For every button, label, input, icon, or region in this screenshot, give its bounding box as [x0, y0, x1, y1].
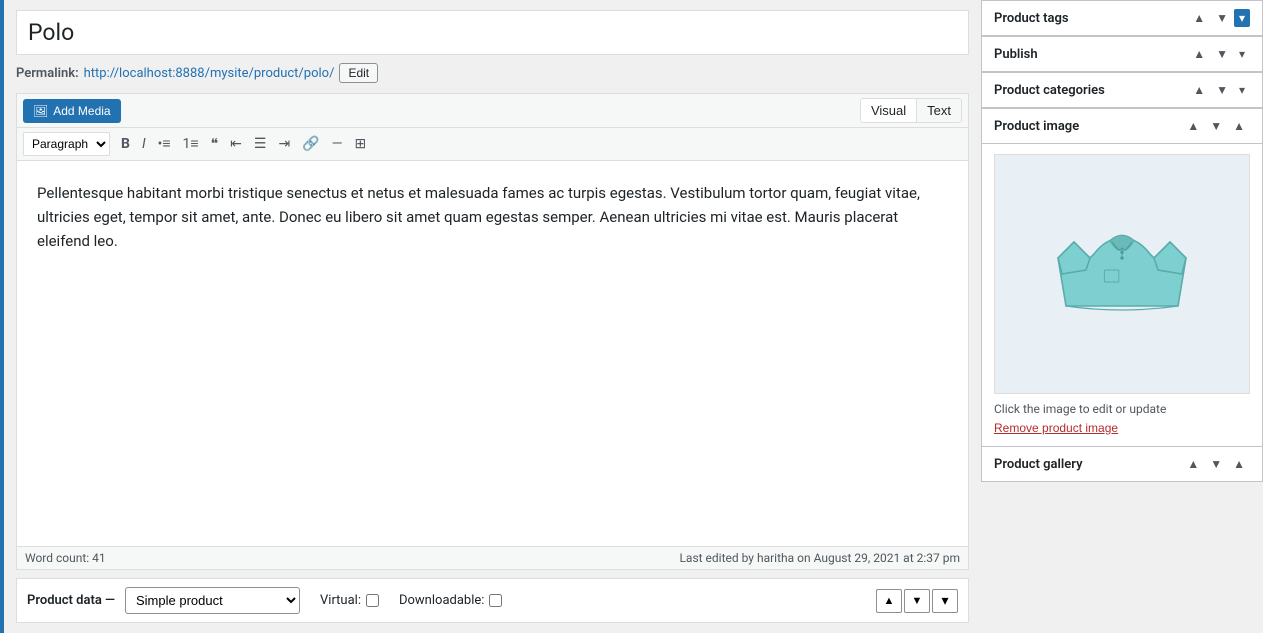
permalink-label: Permalink:: [16, 66, 79, 81]
product-type-select[interactable]: Simple product Grouped product External/…: [125, 587, 300, 614]
align-center-button[interactable]: ☰: [249, 134, 272, 154]
align-left-button[interactable]: ⇤: [225, 134, 247, 154]
remove-product-image-button[interactable]: Remove product image: [994, 421, 1118, 435]
product-gallery-header[interactable]: Product gallery ▲ ▼ ▲: [982, 447, 1262, 481]
publish-up[interactable]: ▲: [1188, 45, 1210, 63]
paragraph-select[interactable]: Paragraph: [23, 132, 110, 156]
product-data-expand[interactable]: ▾: [932, 589, 958, 613]
format-toolbar: Paragraph B I •≡ 1≡ ❝ ⇤ ☰ ⇥ 🔗 ― ⊞: [17, 128, 968, 161]
product-data-collapse-down[interactable]: ▼: [904, 589, 930, 613]
downloadable-label: Downloadable:: [399, 593, 484, 608]
editor-content: Pellentesque habitant morbi tristique se…: [37, 181, 948, 253]
sidebar: Product tags ▲ ▼ ▾ Publish ▲ ▼ ▾: [981, 0, 1263, 633]
product-gallery-controls: ▲ ▼ ▲: [1182, 455, 1250, 473]
align-right-button[interactable]: ⇥: [273, 134, 295, 154]
tab-text[interactable]: Text: [917, 99, 961, 122]
product-image-down[interactable]: ▼: [1205, 117, 1227, 135]
publish-toggle[interactable]: ▾: [1234, 45, 1250, 63]
product-tags-down[interactable]: ▼: [1211, 9, 1233, 27]
numbered-list-button[interactable]: 1≡: [178, 134, 204, 154]
publish-controls: ▲ ▼ ▾: [1188, 45, 1250, 63]
product-tags-header[interactable]: Product tags ▲ ▼ ▾: [982, 1, 1262, 36]
product-image-up[interactable]: ▲: [1182, 117, 1204, 135]
downloadable-checkbox-group: Downloadable:: [399, 593, 502, 608]
editor-top-toolbar: 🖼 Add Media Visual Text: [17, 94, 968, 128]
post-title-input[interactable]: Polo: [16, 10, 969, 55]
permalink-edit-button[interactable]: Edit: [339, 63, 378, 83]
editor-area[interactable]: Pellentesque habitant morbi tristique se…: [17, 161, 968, 546]
categories-up[interactable]: ▲: [1188, 81, 1210, 99]
add-media-label: Add Media: [53, 104, 110, 118]
bullet-list-button[interactable]: •≡: [153, 134, 176, 154]
publish-down[interactable]: ▼: [1211, 45, 1233, 63]
permalink-link[interactable]: http://localhost:8888/mysite/product/pol…: [84, 66, 335, 81]
product-gallery-toggle[interactable]: ▲: [1228, 455, 1250, 473]
product-tags-title: Product tags: [994, 11, 1069, 26]
add-media-icon: 🖼: [33, 104, 48, 118]
last-edited: Last edited by haritha on August 29, 202…: [679, 551, 960, 565]
product-data-arrows: ▲ ▼ ▾: [876, 589, 958, 613]
product-gallery-title: Product gallery: [994, 457, 1083, 472]
virtual-checkbox[interactable]: [366, 594, 379, 607]
product-image-title: Product image: [994, 119, 1079, 134]
product-gallery-panel: Product gallery ▲ ▼ ▲: [981, 446, 1263, 482]
permalink-bar: Permalink: http://localhost:8888/mysite/…: [16, 63, 969, 83]
polo-shirt-image: [1042, 194, 1202, 354]
blockquote-button[interactable]: ❝: [206, 134, 224, 154]
product-tags-controls: ▲ ▼ ▾: [1188, 9, 1250, 27]
product-tags-up[interactable]: ▲: [1188, 9, 1210, 27]
downloadable-checkbox[interactable]: [489, 594, 502, 607]
product-categories-controls: ▲ ▼ ▾: [1188, 81, 1250, 99]
product-image-header[interactable]: Product image ▲ ▼ ▲: [982, 109, 1262, 144]
product-categories-header[interactable]: Product categories ▲ ▼ ▾: [982, 73, 1262, 108]
bold-button[interactable]: B: [116, 134, 135, 154]
editor-container: 🖼 Add Media Visual Text Paragraph B I •≡…: [16, 93, 969, 570]
product-image-panel: Product image ▲ ▼ ▲: [981, 108, 1263, 446]
horizontal-rule-button[interactable]: ―: [327, 134, 348, 154]
product-image-controls: ▲ ▼ ▲: [1182, 117, 1250, 135]
main-content: Polo Permalink: http://localhost:8888/my…: [4, 0, 981, 633]
product-data-collapse-up[interactable]: ▲: [876, 589, 902, 613]
product-image-content: Click the image to edit or update Remove…: [982, 144, 1262, 446]
virtual-checkbox-group: Virtual:: [320, 593, 379, 608]
categories-down[interactable]: ▼: [1211, 81, 1233, 99]
view-tabs: Visual Text: [860, 98, 962, 123]
product-categories-panel: Product categories ▲ ▼ ▾: [981, 72, 1263, 108]
product-tags-panel: Product tags ▲ ▼ ▾: [981, 0, 1263, 36]
word-count: Word count: 41: [25, 551, 106, 565]
product-image-click-area[interactable]: [994, 154, 1250, 394]
virtual-label: Virtual:: [320, 593, 361, 608]
add-media-button[interactable]: 🖼 Add Media: [23, 99, 121, 123]
product-gallery-down[interactable]: ▼: [1205, 455, 1227, 473]
product-image-hint: Click the image to edit or update: [994, 402, 1250, 416]
product-categories-title: Product categories: [994, 83, 1105, 98]
tab-visual[interactable]: Visual: [861, 99, 917, 122]
product-gallery-up[interactable]: ▲: [1182, 455, 1204, 473]
publish-panel: Publish ▲ ▼ ▾: [981, 36, 1263, 72]
product-image-toggle[interactable]: ▲: [1228, 117, 1250, 135]
italic-button[interactable]: I: [137, 134, 151, 154]
publish-header[interactable]: Publish ▲ ▼ ▾: [982, 37, 1262, 72]
product-data-bar: Product data — Simple product Grouped pr…: [16, 578, 969, 623]
link-button[interactable]: 🔗: [297, 134, 324, 154]
editor-statusbar: Word count: 41 Last edited by haritha on…: [17, 546, 968, 569]
categories-toggle[interactable]: ▾: [1234, 81, 1250, 99]
publish-title: Publish: [994, 47, 1038, 62]
product-data-label: Product data —: [27, 593, 115, 608]
product-tags-toggle[interactable]: ▾: [1234, 9, 1250, 27]
table-button[interactable]: ⊞: [350, 134, 372, 154]
